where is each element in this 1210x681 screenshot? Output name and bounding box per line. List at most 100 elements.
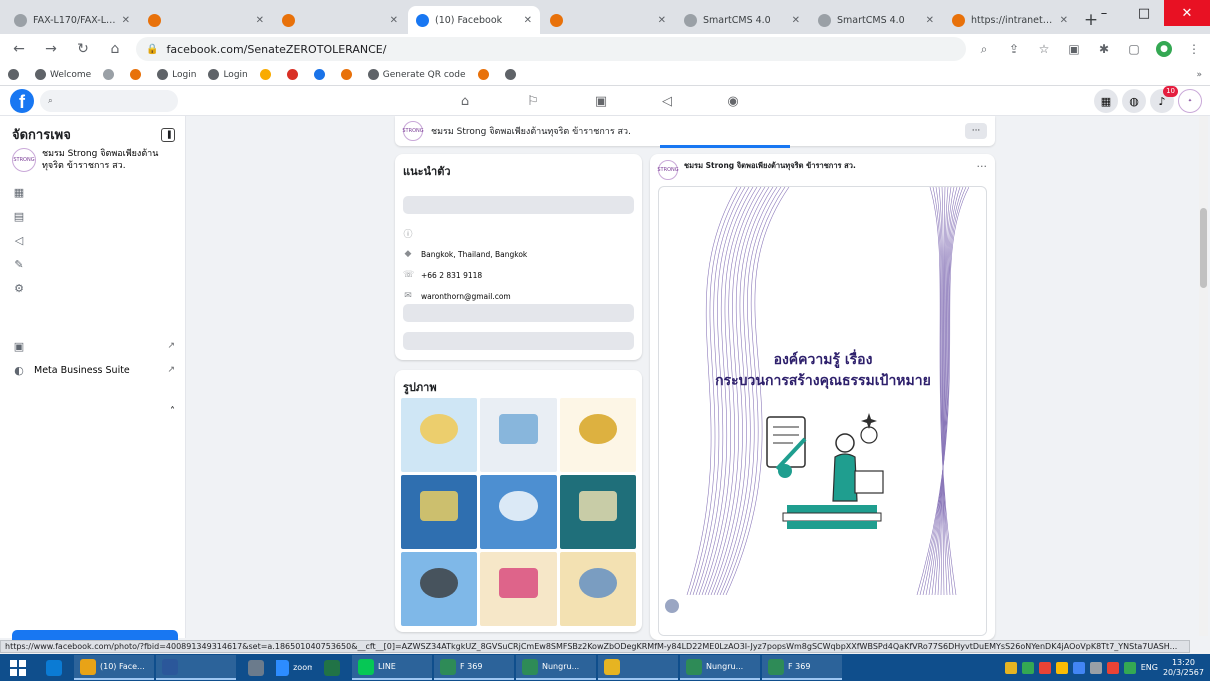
bookmark-item[interactable]: Welcome bbox=[35, 69, 91, 80]
page-profile-avatar[interactable]: ✦ bbox=[1178, 89, 1202, 113]
gaming-nav-icon[interactable]: ◉ bbox=[722, 91, 744, 111]
page-bar-more-button[interactable]: ··· bbox=[965, 123, 987, 139]
bookmark-star-icon[interactable]: ☆ bbox=[1036, 41, 1052, 57]
input-language[interactable]: ENG bbox=[1141, 663, 1158, 672]
bookmark-item[interactable] bbox=[259, 69, 275, 80]
tab-close-icon[interactable]: ✕ bbox=[658, 15, 666, 26]
taskbar-app[interactable] bbox=[598, 655, 678, 680]
tray-app-icon[interactable] bbox=[1021, 661, 1034, 674]
taskbar-app[interactable]: zoom bbox=[276, 655, 312, 680]
tray-app-icon[interactable] bbox=[1089, 661, 1102, 674]
extension-icon[interactable]: ▣ bbox=[1066, 41, 1082, 57]
minimize-button[interactable]: – bbox=[1084, 0, 1124, 26]
photo-thumbnail[interactable] bbox=[559, 552, 636, 626]
facebook-search-input[interactable]: ⌕ bbox=[40, 90, 178, 112]
taskbar-app[interactable]: (10) Face... bbox=[74, 655, 154, 680]
photo-thumbnail[interactable] bbox=[401, 398, 478, 472]
browser-tab[interactable]: SmartCMS 4.0 ✕ bbox=[676, 6, 808, 34]
bookmark-item[interactable] bbox=[286, 69, 302, 80]
tray-app-icon[interactable] bbox=[1038, 661, 1051, 674]
taskbar-app[interactable]: Nungru... bbox=[516, 655, 596, 680]
share-icon[interactable]: ⇪ bbox=[1006, 41, 1022, 57]
home-nav-icon[interactable]: ⌂ bbox=[454, 91, 476, 111]
bookmark-item[interactable]: Login bbox=[208, 69, 248, 80]
taskbar-app[interactable] bbox=[238, 655, 274, 680]
taskbar-app[interactable] bbox=[314, 655, 350, 680]
bookmark-item[interactable] bbox=[340, 69, 356, 80]
shared-post[interactable]: องค์ความรู้ เรื่อง กระบวนการสร้างคุณธรรม… bbox=[658, 186, 987, 636]
sidebar-collapse-icon[interactable]: ▐ bbox=[161, 127, 175, 142]
more-tools-title[interactable]: ˄ bbox=[12, 406, 175, 417]
tab-close-icon[interactable]: ✕ bbox=[524, 15, 532, 26]
photo-thumbnail[interactable] bbox=[401, 475, 478, 549]
photo-thumbnail[interactable] bbox=[401, 552, 478, 626]
zoom-icon[interactable]: ⌕ bbox=[976, 41, 992, 57]
reload-icon[interactable]: ↻ bbox=[72, 38, 94, 60]
add-featured-button[interactable] bbox=[403, 332, 634, 350]
shared-author-avatar[interactable] bbox=[665, 599, 679, 613]
megaphone-nav-icon[interactable]: ◁ bbox=[656, 91, 678, 111]
edit-bio-button[interactable] bbox=[403, 196, 634, 214]
bookmark-item[interactable] bbox=[504, 69, 520, 80]
photo-thumbnail[interactable] bbox=[559, 475, 636, 549]
browser-tab[interactable]: FAX-L170/FAX-L150 | ✕ bbox=[6, 6, 138, 34]
bookmark-item[interactable]: Login bbox=[157, 69, 196, 80]
sidebar-tool-item[interactable]: ◐ Meta Business Suite ↗ bbox=[12, 360, 175, 380]
windows-start-icon[interactable] bbox=[0, 654, 36, 681]
bookmark-item[interactable] bbox=[8, 69, 23, 80]
maximize-button[interactable]: □ bbox=[1124, 0, 1164, 26]
shared-post-image[interactable]: องค์ความรู้ เรื่อง กระบวนการสร้างคุณธรรม… bbox=[677, 187, 969, 595]
bell-icon[interactable]: ♪ 10 bbox=[1150, 86, 1178, 113]
photo-thumbnail[interactable] bbox=[480, 552, 557, 626]
tray-app-icon[interactable] bbox=[1072, 661, 1085, 674]
taskbar-app[interactable]: F 369 bbox=[434, 655, 514, 680]
browser-tab[interactable]: ✕ bbox=[140, 6, 272, 34]
taskbar-app[interactable]: Nungru... bbox=[680, 655, 760, 680]
tray-app-icon[interactable] bbox=[1055, 661, 1068, 674]
forward-icon[interactable]: → bbox=[40, 38, 62, 60]
photo-thumbnail[interactable] bbox=[480, 398, 557, 472]
sidebar-page-switcher[interactable]: STRONG ชมรม Strong จิตพอเพียงต้านทุจริต … bbox=[12, 148, 175, 172]
page-scrollbar[interactable] bbox=[1199, 116, 1208, 636]
sidebar-item[interactable]: ✎ bbox=[12, 254, 175, 274]
video-nav-icon[interactable]: ▣ bbox=[590, 91, 612, 111]
sidebar-item[interactable]: ⚙ bbox=[12, 278, 175, 298]
post-more-button[interactable]: ··· bbox=[977, 160, 988, 173]
sidebar-item[interactable]: ◁ bbox=[12, 230, 175, 250]
browser-tab[interactable]: SmartCMS 4.0 ✕ bbox=[810, 6, 942, 34]
taskbar-app[interactable]: F 369 bbox=[762, 655, 842, 680]
browser-tab[interactable]: (10) Facebook ✕ bbox=[408, 6, 540, 34]
sidebar-item[interactable]: ▤ bbox=[12, 206, 175, 226]
close-button[interactable]: ✕ bbox=[1164, 0, 1210, 26]
bookmarks-overflow-icon[interactable]: » bbox=[1196, 70, 1202, 80]
tab-close-icon[interactable]: ✕ bbox=[926, 15, 934, 26]
sidebar-item[interactable]: ▦ bbox=[12, 182, 175, 202]
tab-close-icon[interactable]: ✕ bbox=[390, 15, 398, 26]
post-author-name[interactable]: ชมรม Strong จิตพอเพียงต้านทุจริต ข้าราชก… bbox=[684, 160, 856, 172]
browser-tab[interactable]: ✕ bbox=[542, 6, 674, 34]
taskbar-app[interactable]: LINE bbox=[352, 655, 432, 680]
tab-close-icon[interactable]: ✕ bbox=[122, 15, 130, 26]
bookmark-item[interactable] bbox=[313, 69, 329, 80]
bookmark-item[interactable] bbox=[103, 69, 118, 80]
taskbar-app[interactable] bbox=[36, 655, 72, 680]
bookmark-item[interactable] bbox=[477, 69, 493, 80]
flag-nav-icon[interactable]: ⚐ bbox=[522, 91, 544, 111]
tray-app-icon[interactable] bbox=[1004, 661, 1017, 674]
sidebar-tool-item[interactable]: ▣ ↗ bbox=[12, 336, 175, 356]
taskbar-app[interactable] bbox=[156, 655, 236, 680]
url-input[interactable]: 🔒 facebook.com/SenateZEROTOLERANCE/ bbox=[136, 37, 966, 61]
grid-menu-icon[interactable]: ▦ bbox=[1094, 89, 1118, 113]
system-clock[interactable]: 13:20 20/3/2567 bbox=[1163, 658, 1204, 678]
menu-icon[interactable]: ⋮ bbox=[1186, 41, 1202, 57]
tab-close-icon[interactable]: ✕ bbox=[1060, 15, 1068, 26]
browser-tab[interactable]: ✕ bbox=[274, 6, 406, 34]
messenger-icon[interactable]: ◍ bbox=[1122, 89, 1146, 113]
facebook-logo[interactable]: f bbox=[10, 89, 34, 113]
bookmark-item[interactable]: Generate QR code bbox=[367, 69, 466, 80]
tab-close-icon[interactable]: ✕ bbox=[256, 15, 264, 26]
profile-avatar[interactable]: ● bbox=[1156, 41, 1172, 57]
bookmark-item[interactable] bbox=[130, 69, 145, 80]
sidepanel-icon[interactable]: ▢ bbox=[1126, 41, 1142, 57]
photo-thumbnail[interactable] bbox=[480, 475, 557, 549]
